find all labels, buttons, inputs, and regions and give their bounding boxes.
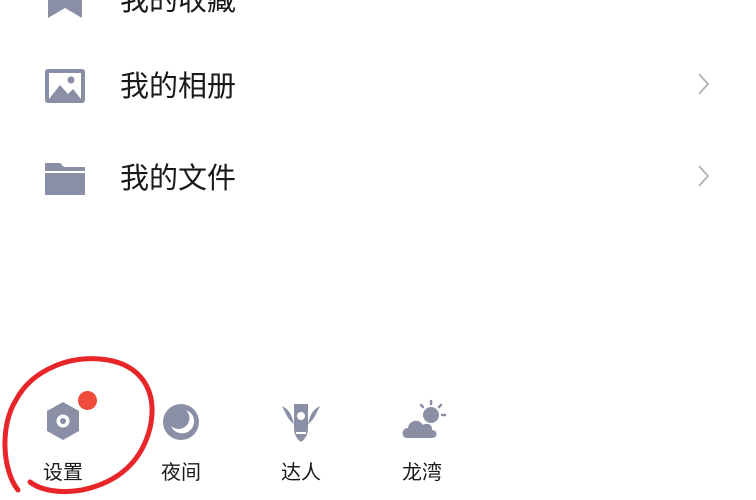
menu-item-label: 我的收藏 [120, 0, 237, 17]
chevron-right-icon [698, 73, 710, 95]
menu-item-label: 我的相册 [120, 69, 237, 103]
annotation-circle [2, 356, 155, 495]
weather-button[interactable]: 龙湾 [381, 398, 461, 494]
image-icon [45, 69, 85, 103]
folder-icon [45, 163, 85, 195]
star-icon [48, 0, 82, 18]
expert-button[interactable]: 达人 [260, 398, 340, 494]
weather-icon [402, 399, 447, 438]
menu-item-label: 我的文件 [120, 161, 237, 195]
menu-item-files[interactable]: 我的文件 [0, 130, 756, 222]
weather-label: 龙湾 [402, 460, 442, 484]
chevron-right-icon [698, 165, 710, 187]
expert-label: 达人 [281, 460, 321, 484]
menu-item-album[interactable]: 我的相册 [0, 38, 756, 130]
wing-badge-icon [282, 404, 320, 442]
